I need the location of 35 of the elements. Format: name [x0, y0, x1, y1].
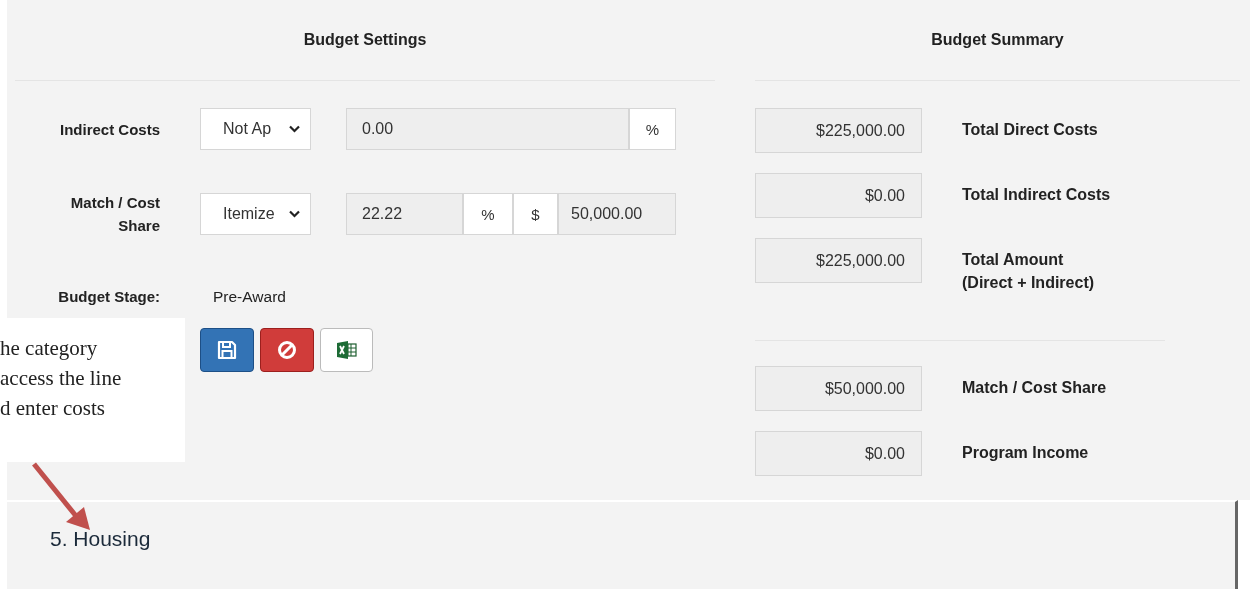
unit-label: $ — [513, 193, 558, 235]
dropdown[interactable]: Itemize — [200, 193, 311, 235]
total-field: $50,000.00 — [755, 366, 922, 411]
field-label: Budget Stage: — [57, 287, 161, 307]
total-field: $225,000.00 — [755, 108, 922, 153]
rate-field[interactable]: 0.00 — [346, 108, 629, 150]
save-icon — [217, 340, 237, 360]
stage-value: Pre-Award — [213, 287, 286, 306]
total-label: Program Income — [962, 443, 1090, 463]
export-button[interactable] — [320, 328, 373, 372]
total-label: Total Amount (Direct + Indirect) — [962, 250, 1096, 293]
field-label: Match / Cost Share — [69, 193, 161, 236]
section-title: Budget Summary — [755, 0, 1240, 81]
total-field: $0.00 — [755, 173, 922, 218]
total-field: $0.00 — [755, 431, 922, 476]
total-label: Total Indirect Costs — [962, 185, 1112, 205]
total-field: $225,000.00 — [755, 238, 922, 283]
callout-text: he category access the line d enter costs — [0, 335, 123, 422]
ban-icon — [277, 340, 297, 360]
unit-label: % — [629, 108, 676, 150]
field-label: Indirect Costs — [58, 119, 161, 140]
cancel-button[interactable] — [260, 328, 314, 372]
amount-field[interactable]: 50,000.00 — [558, 193, 676, 235]
arrow-icon — [30, 460, 92, 532]
save-button[interactable] — [200, 328, 254, 372]
total-label: Match / Cost Share — [962, 378, 1108, 398]
total-label: Total Direct Costs — [962, 120, 1099, 140]
chevron-icon — [289, 210, 300, 218]
unit-label: % — [463, 193, 513, 235]
spreadsheet-icon — [336, 341, 357, 359]
chevron-icon — [289, 125, 300, 133]
rate-field[interactable]: 22.22 — [346, 193, 463, 235]
dropdown[interactable]: Not Ap — [200, 108, 311, 150]
section-title: Budget Settings — [15, 0, 715, 81]
category-title[interactable]: 5. Housing — [50, 526, 151, 551]
